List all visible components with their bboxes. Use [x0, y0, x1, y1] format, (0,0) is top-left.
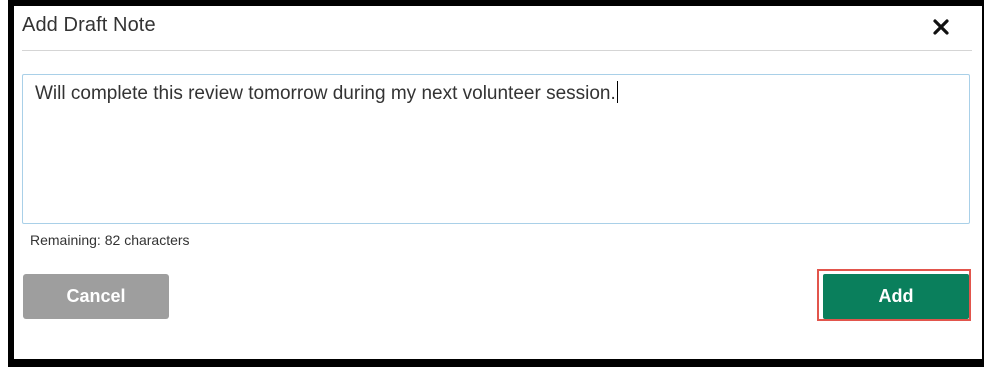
close-button[interactable]	[930, 16, 952, 38]
note-value: Will complete this review tomorrow durin…	[35, 83, 616, 104]
title-divider	[22, 50, 972, 51]
close-icon	[933, 19, 949, 35]
add-button[interactable]: Add	[823, 274, 969, 319]
add-draft-note-dialog: Add Draft Note Will complete this review…	[14, 6, 982, 359]
text-caret	[616, 81, 618, 103]
note-textarea[interactable]: Will complete this review tomorrow durin…	[22, 74, 970, 224]
screenshot-frame: Add Draft Note Will complete this review…	[0, 0, 984, 367]
remaining-characters: Remaining: 82 characters	[30, 232, 190, 248]
cancel-button[interactable]: Cancel	[23, 274, 169, 319]
remaining-count: 82	[104, 232, 121, 248]
dialog-title: Add Draft Note	[22, 14, 156, 36]
note-text-value: Will complete this review tomorrow durin…	[35, 81, 618, 105]
remaining-label: Remaining:	[30, 232, 101, 248]
remaining-unit: characters	[124, 232, 190, 248]
frame-border-bottom	[8, 359, 984, 367]
